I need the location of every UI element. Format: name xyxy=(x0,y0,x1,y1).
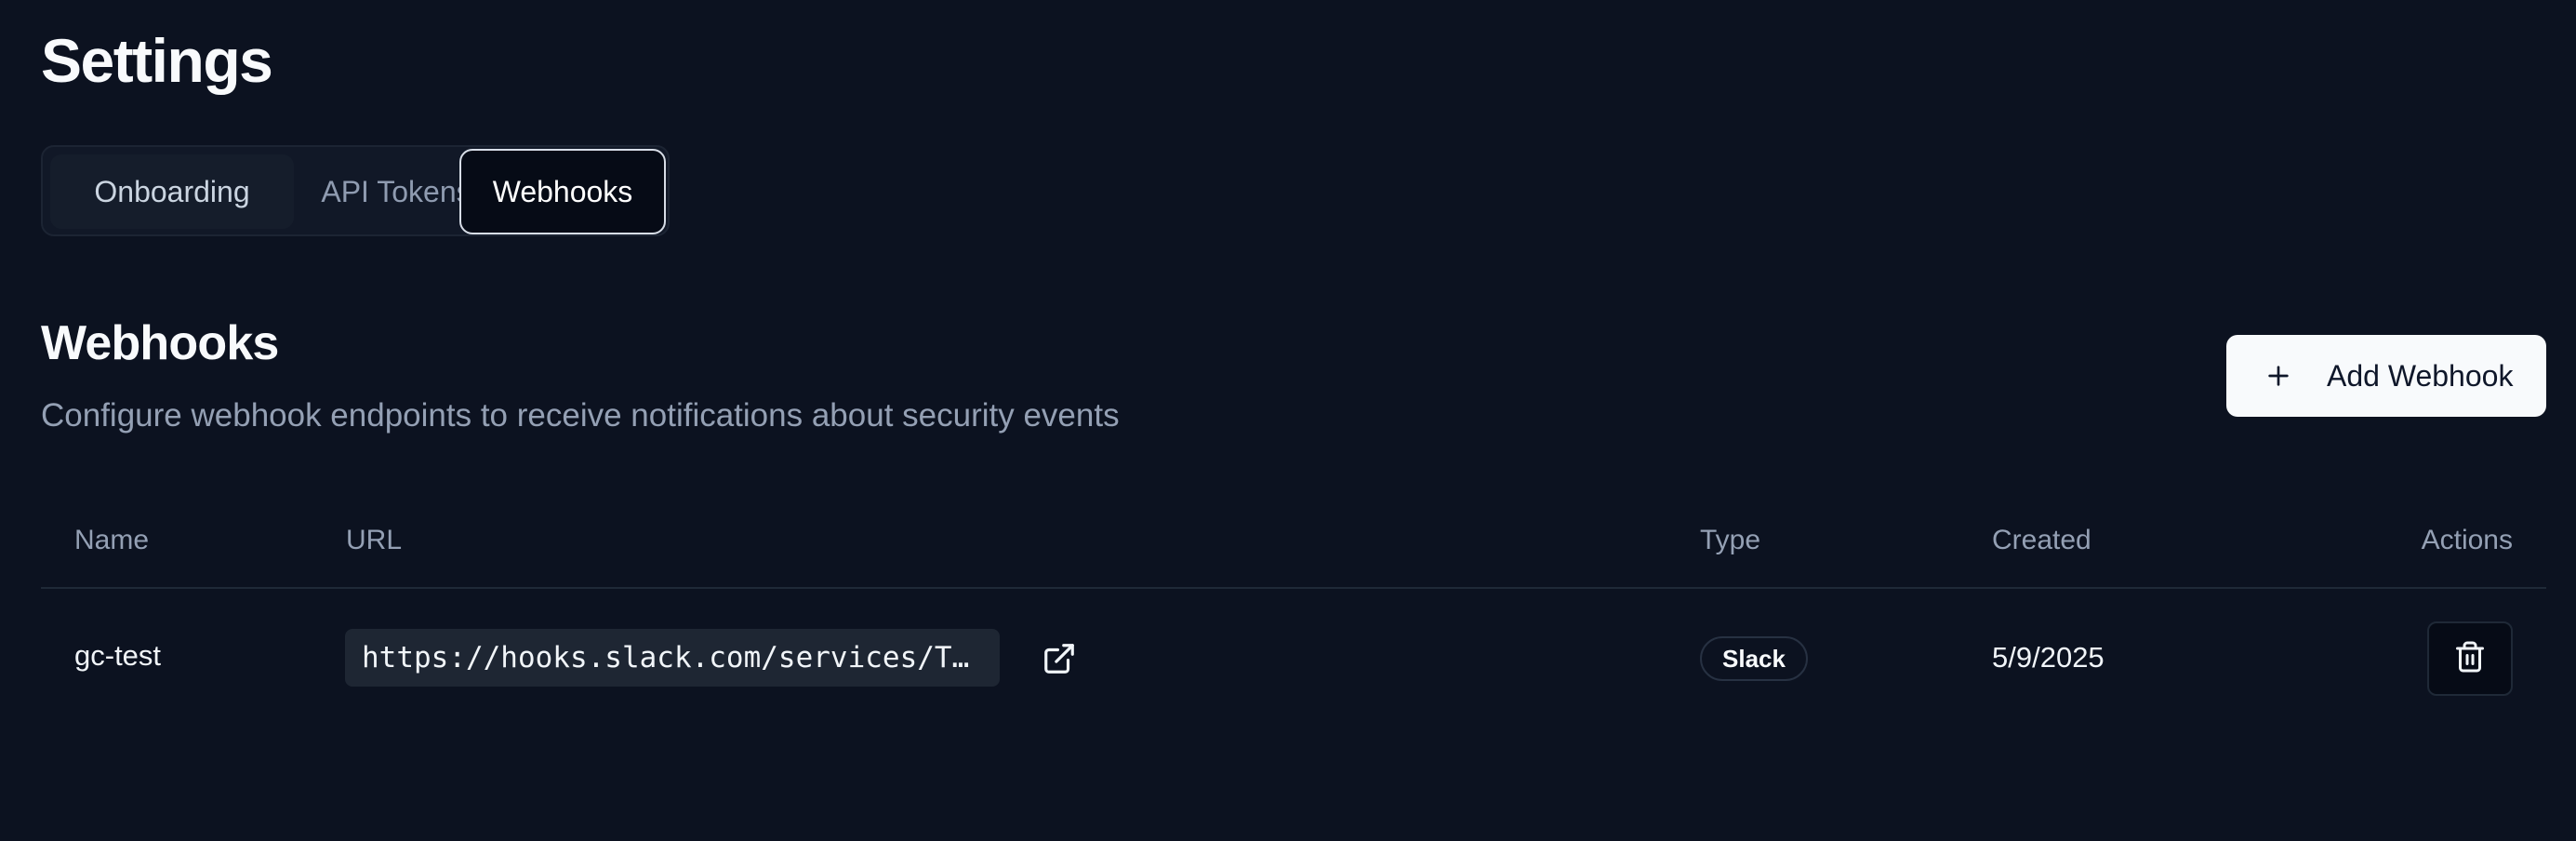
column-header-actions: Actions xyxy=(2421,525,2513,555)
table-header: Name URL Type Created Actions xyxy=(41,517,2546,590)
type-badge: Slack xyxy=(1700,636,1808,681)
webhook-url: https://hooks.slack.com/services/T0… xyxy=(345,629,1000,687)
created-date: 5/9/2025 xyxy=(1992,641,2105,674)
column-header-name: Name xyxy=(74,525,150,555)
delete-webhook-button[interactable] xyxy=(2427,621,2513,696)
column-header-created: Created xyxy=(1992,525,2091,555)
tab-onboarding[interactable]: Onboarding xyxy=(50,154,294,229)
external-link-icon[interactable] xyxy=(1042,641,1077,676)
page-title: Settings xyxy=(41,26,273,95)
tab-webhooks[interactable]: Webhooks xyxy=(459,149,666,234)
add-webhook-label: Add Webhook xyxy=(2327,358,2514,393)
settings-page: Settings Onboarding API Tokens Webhooks … xyxy=(0,0,2576,841)
settings-tabs: Onboarding API Tokens Webhooks xyxy=(41,145,670,236)
section-title: Webhooks xyxy=(41,316,279,370)
add-webhook-button[interactable]: Add Webhook xyxy=(2226,335,2546,417)
table-row: gc-test https://hooks.slack.com/services… xyxy=(41,589,2546,728)
trash-icon xyxy=(2453,640,2487,678)
column-header-url: URL xyxy=(346,525,403,555)
section-description: Configure webhook endpoints to receive n… xyxy=(41,397,1120,434)
webhook-name: gc-test xyxy=(74,639,162,672)
plus-icon xyxy=(2264,361,2293,391)
column-header-type: Type xyxy=(1700,525,1761,555)
